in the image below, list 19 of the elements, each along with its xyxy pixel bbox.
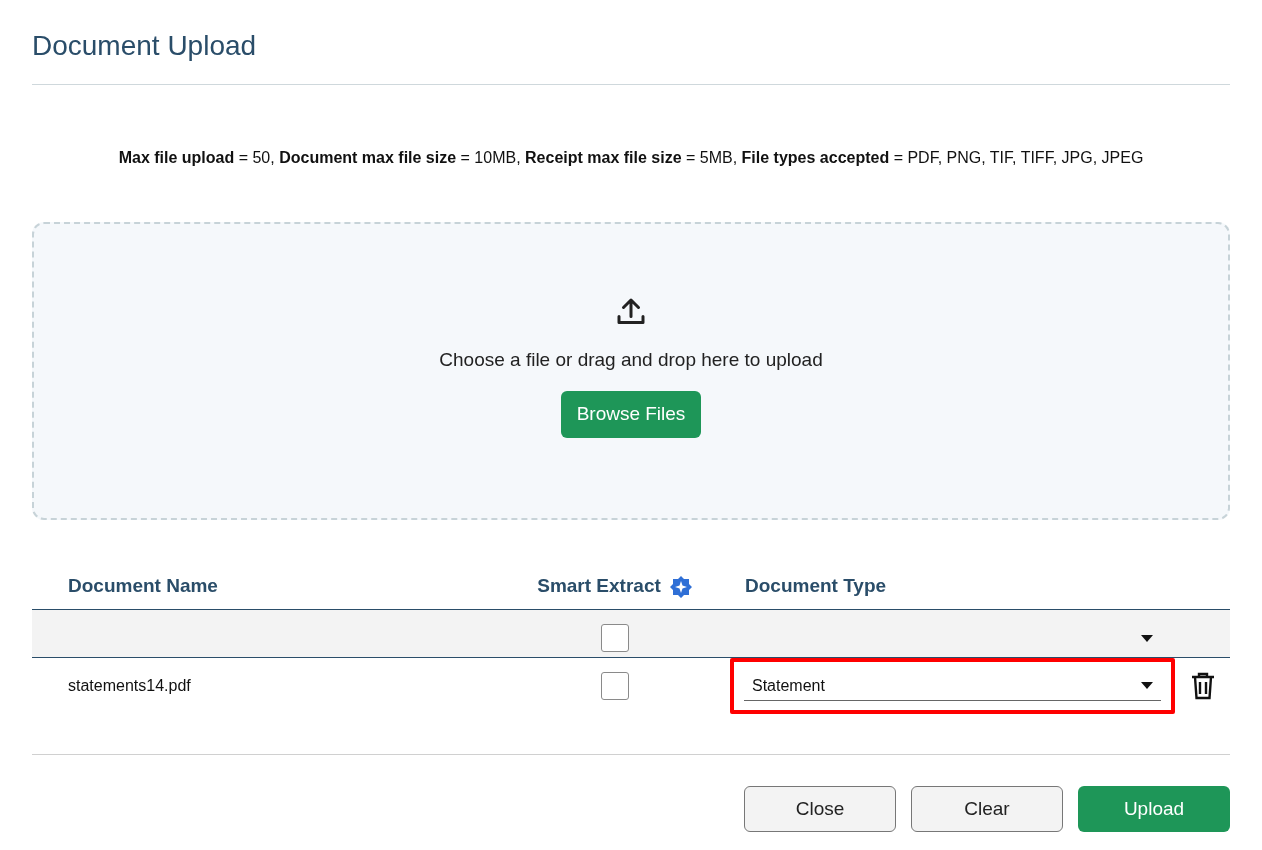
trash-icon[interactable] <box>1189 672 1216 700</box>
sparkle-badge-icon <box>668 574 693 599</box>
drop-zone[interactable]: Choose a file or drag and drop here to upload Browse Files <box>32 222 1230 520</box>
upload-button[interactable]: Upload <box>1078 786 1230 832</box>
file-name: statements14.pdf <box>68 677 191 694</box>
dialog-button[interactable]: Clear <box>911 786 1063 832</box>
column-header: Smart Extract <box>537 574 661 599</box>
browse-files-button[interactable]: Browse Files <box>560 390 702 438</box>
document-type-select[interactable]: Statement <box>744 671 1161 701</box>
dialog-button[interactable]: Close <box>744 786 896 832</box>
checkbox[interactable] <box>601 672 629 700</box>
caret-icon <box>1141 634 1153 642</box>
checkbox[interactable] <box>601 624 629 652</box>
caret-icon <box>1141 682 1153 689</box>
drop-zone-prompt: Choose a file or drag and drop here to upload <box>439 348 823 372</box>
column-header: Document Type <box>744 574 888 599</box>
upload-limits-text: Max file upload = 50, Document max file size = 10MB, Receipt max file size = 5MB, File types accepted = PDF, PNG, TIF, TIFF, JPG, JPEG <box>117 148 1145 168</box>
column-header: Document Name <box>67 574 219 599</box>
dialog-title: Document Upload <box>32 29 258 63</box>
